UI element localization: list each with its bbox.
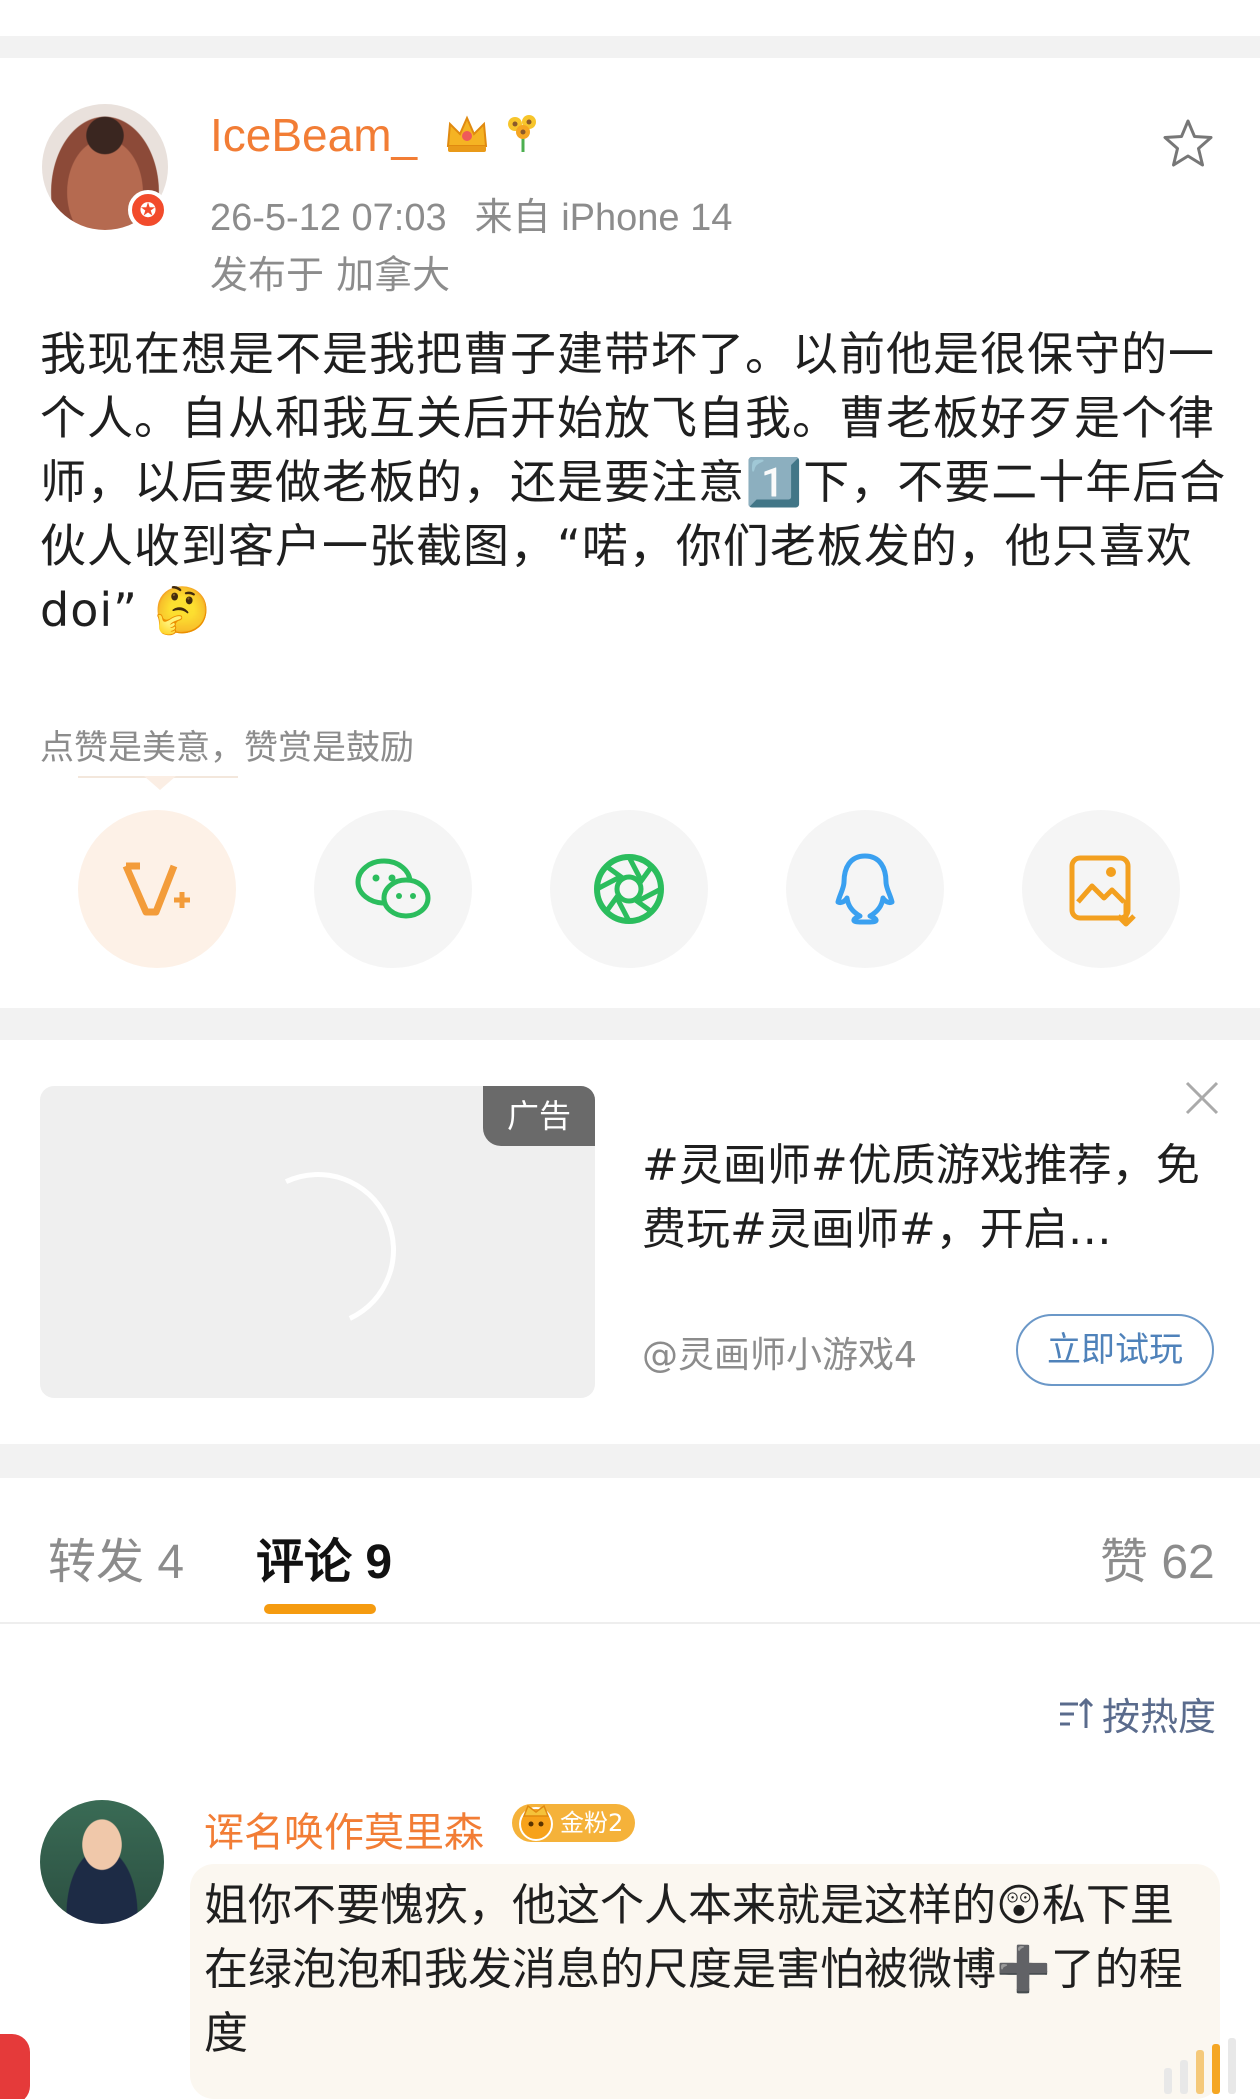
star-icon[interactable] xyxy=(1160,116,1216,172)
share-wechat-button[interactable] xyxy=(314,810,472,968)
loading-spinner-icon xyxy=(218,1150,418,1350)
wechat-icon xyxy=(355,858,431,919)
tab-divider xyxy=(0,1622,1260,1624)
tab-repost[interactable]: 转发 4 xyxy=(48,1522,184,1592)
tab-like[interactable]: 赞 62 xyxy=(1100,1522,1215,1592)
reward-hint: 点赞是美意，赞赏是鼓励 xyxy=(40,728,414,768)
share-row xyxy=(78,810,1188,970)
reward-button[interactable] xyxy=(78,810,236,968)
post-time: 26-5-12 07:03 xyxy=(210,197,447,239)
tab-comment[interactable]: 评论 9 xyxy=(256,1522,392,1592)
share-qq-button[interactable] xyxy=(786,810,944,968)
save-image-button[interactable] xyxy=(1022,810,1180,968)
ad-try-button[interactable]: 立即试玩 xyxy=(1016,1314,1214,1386)
ad-tag: 广告 xyxy=(483,1086,595,1146)
fan-badge-icon xyxy=(519,1804,553,1841)
sort-button[interactable]: 按热度 xyxy=(1056,1686,1216,1741)
sort-label: 按热度 xyxy=(1102,1695,1217,1739)
post-body: 我现在想是不是我把曹子建带坏了。以前他是很保守的一个人。自从和我互关后开始放飞自… xyxy=(40,327,1227,637)
save-image-icon xyxy=(1069,855,1136,927)
signal-bars-icon xyxy=(1164,2038,1236,2094)
verified-badge-icon: ✪ xyxy=(128,190,168,230)
qq-icon xyxy=(835,853,895,925)
top-strip xyxy=(0,0,1260,36)
ad-image[interactable]: 广告 xyxy=(40,1086,595,1398)
fan-badge: 金粉2 xyxy=(512,1804,636,1842)
post-location: 发布于 加拿大 xyxy=(210,253,451,297)
share-moments-button[interactable] xyxy=(550,810,708,968)
reward-v-plus-icon xyxy=(122,862,190,916)
comment-text: 姐你不要愧疚，他这个人本来就是这样的😲私下里在绿泡泡和我发消息的尺度是害怕被微博… xyxy=(204,1880,1183,2059)
sort-icon xyxy=(1060,1697,1094,1728)
commenter-name[interactable]: 诨名唤作莫里森 xyxy=(204,1800,484,1858)
moments-icon xyxy=(594,854,664,924)
crown-icon xyxy=(446,115,488,152)
author-username[interactable]: IceBeam_ xyxy=(210,108,417,162)
floating-side-tab[interactable] xyxy=(0,2034,30,2099)
post-meta: 26-5-12 07:03 来自 iPhone 14 xyxy=(210,186,732,241)
post-source: 来自 iPhone 14 xyxy=(474,197,733,239)
ad-text[interactable]: #灵画师#优质游戏推荐，免费玩#灵画师#，开启… xyxy=(642,1134,1222,1262)
fan-badge-label: 金粉2 xyxy=(560,1809,624,1837)
tab-active-indicator xyxy=(264,1604,376,1614)
commenter-avatar[interactable] xyxy=(40,1800,164,1924)
ad-account[interactable]: @灵画师小游戏4 xyxy=(642,1326,917,1378)
close-icon[interactable] xyxy=(1184,1080,1220,1116)
reward-pointer xyxy=(144,776,176,790)
flower-icon xyxy=(508,115,536,152)
